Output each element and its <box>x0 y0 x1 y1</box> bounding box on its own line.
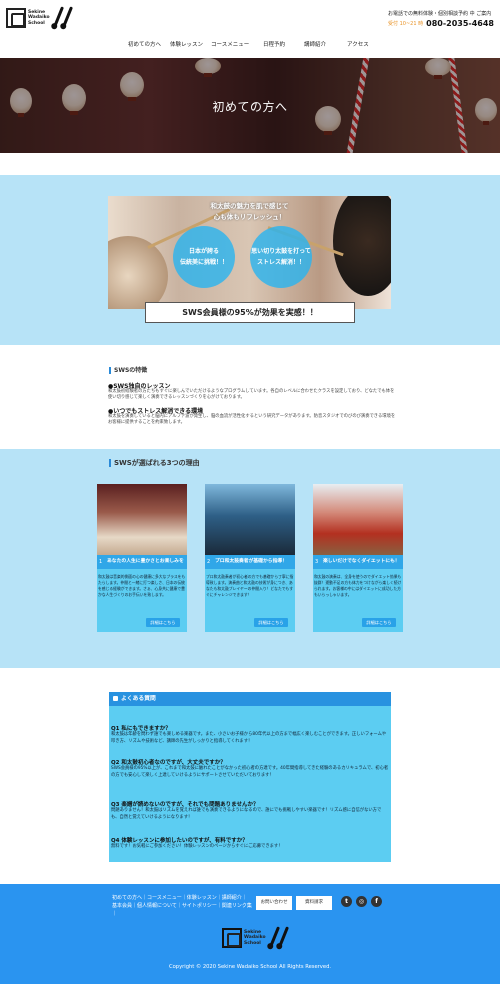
faq-question: Q3 楽譜が読めないのですが、それでも問題ありませんか？ <box>111 802 259 808</box>
reasons-heading: SWSが選ばれる3つの理由 <box>109 459 200 467</box>
faq-panel: よくある質問 Q1 私にもできますか？ 和太鼓は年齢を問わず誰でも楽しめる楽器で… <box>109 692 391 862</box>
site-header: Sekine Wadaiko School お電話での無料体験・個別相談予約 中… <box>0 0 500 58</box>
contact-phone[interactable]: 080-2035-4648 <box>426 19 494 28</box>
feature-desc: 和太鼓初経験者の方たちもすぐに楽しんでいただけるようなプログラムしています。各自… <box>108 389 395 400</box>
contact-row: 受付 10~21 時 080-2035-4648 <box>388 19 494 28</box>
footer-links: 初めての方へ｜コースメニュー｜体験レッスン｜講師紹介｜ 基本会員｜個人情報につい… <box>112 894 252 918</box>
reason-detail-button[interactable]: 詳細はこちら <box>254 618 288 627</box>
features-heading: SWSの特徴 <box>109 367 147 374</box>
circle1-line2: 伝統美に挑戦！！ <box>179 259 228 266</box>
intro-overlay-line1: 和太鼓の魅力を肌で感じて <box>210 202 289 210</box>
facebook-icon[interactable]: f <box>371 896 382 907</box>
faq-question: Q1 私にもできますか？ <box>111 726 171 732</box>
feature-circle-tradition: 日本が誇る 伝統美に挑戦！！ <box>173 226 235 288</box>
circle1-line1: 日本が誇る <box>188 248 219 255</box>
reason-caption: プロ和太鼓奏者が基礎から指導！ <box>205 555 295 569</box>
nav-item-first-time[interactable]: 初めての方へ <box>128 40 161 48</box>
logo-text: Sekine Wadaiko School <box>244 930 268 947</box>
logo-line3: School <box>28 20 45 26</box>
reason-image-drums <box>97 484 187 555</box>
nav-item-courses[interactable]: コースメニュー <box>211 40 249 48</box>
reason-caption: あなたの人生に豊かさとお楽しみを <box>97 555 187 569</box>
logo-line3: School <box>244 940 261 946</box>
contact-button[interactable]: お問い合わせ <box>256 896 292 910</box>
contact-note: お電話での無料体験・個別相談予約 中 ご案内 <box>388 11 492 17</box>
intro-overlay-line2: 心も体もリフレッシュ！ <box>213 213 286 221</box>
reason-desc: プロ和太鼓奏者が初心者の方でも基礎から丁寧に指導致します。演奏曲と和太鼓の技術が… <box>206 574 294 597</box>
faq-answer: 和太鼓は年齢を問わず誰でも楽しめる楽器です。また、小さいお子様から80年代以上の… <box>111 732 387 744</box>
logo-mark <box>222 928 242 948</box>
nav-item-schedule[interactable]: 日程予約 <box>263 40 285 48</box>
faq-answer: 無料です！お気軽にご参加ください！体験レッスンのページからすぐにご応募できます！ <box>111 844 283 849</box>
reason-card: あなたの人生に豊かさとお楽しみを 1 和太鼓は音楽的側面の心の健康に多大なプラス… <box>97 484 187 632</box>
footer-links-line1[interactable]: 初めての方へ｜コースメニュー｜体験レッスン｜講師紹介｜ <box>112 894 252 902</box>
nav-item-trial[interactable]: 体験レッスン <box>170 40 203 48</box>
page-title: 初めての方へ <box>212 100 288 114</box>
twitter-icon[interactable]: t <box>341 896 352 907</box>
reason-number: 1 <box>99 559 103 565</box>
drumsticks-icon <box>268 926 290 950</box>
faq-header: よくある質問 <box>109 692 391 706</box>
faq-question: Q4 体験レッスンに参加したいのですが、有料ですか？ <box>111 838 248 844</box>
reason-detail-button[interactable]: 詳細はこちら <box>362 618 396 627</box>
nav-item-access[interactable]: アクセス <box>347 40 369 48</box>
reason-card: 楽しいだけでなくダイエットにも！ 3 和太鼓の演奏は、全身を使うのでダイエット効… <box>313 484 403 632</box>
intro-image: 和太鼓の魅力を肌で感じて 心も体もリフレッシュ！ 日本が誇る 伝統美に挑戦！！ … <box>108 196 391 309</box>
faq-question: Q2 和太鼓初心者なのですが、大丈夫ですか？ <box>111 760 226 766</box>
drum-image <box>108 236 168 309</box>
reason-image-festival <box>313 484 403 555</box>
faq-answer: SWS会員様の95%以上が、これまで和太鼓に触れたことがなかった初心者の方達です… <box>111 766 389 778</box>
faq-answer: 問題ありません！和太鼓はリズムを覚えれば誰でも演奏できるようになるので、誰にでも… <box>111 808 382 820</box>
reason-number: 3 <box>315 559 319 565</box>
logo-mark <box>6 8 26 28</box>
main-nav: 初めての方へ 体験レッスン コースメニュー 日程予約 講師紹介 アクセス <box>0 40 500 54</box>
faq-heading: よくある質問 <box>121 696 156 702</box>
header-contact: お電話での無料体験・個別相談予約 中 ご案内 受付 10~21 時 080-20… <box>388 10 494 28</box>
instagram-icon[interactable]: ◎ <box>356 896 367 907</box>
logo-line2: Wadaiko <box>28 15 50 21</box>
copyright: Copyright © 2020 Sekine Wadaiko School A… <box>168 964 332 970</box>
site-footer: 初めての方へ｜コースメニュー｜体験レッスン｜講師紹介｜ 基本会員｜個人情報につい… <box>0 884 500 984</box>
reason-detail-button[interactable]: 詳細はこちら <box>146 618 180 627</box>
intro-overlay-text: 和太鼓の魅力を肌で感じて 心も体もリフレッシュ！ <box>108 201 391 223</box>
contact-hours: 受付 10~21 時 <box>388 21 424 27</box>
reason-image-performer <box>205 484 295 555</box>
feature-desc: 和太鼓を演奏していると脳内にアルファ波が発生し、脳の血流が活性化するという研究デ… <box>108 414 396 425</box>
reason-desc: 和太鼓の演奏は、全身を使うのでダイエット効果も抜群！運動不足の方も体力をつけなが… <box>314 574 402 597</box>
circle2-line2: ストレス解消！！ <box>256 259 305 266</box>
footer-links-line2[interactable]: 基本会員｜個人情報について｜サイトポリシー｜関連リンク集｜ <box>112 902 252 918</box>
logo-line2: Wadaiko <box>244 935 266 941</box>
request-materials-button[interactable]: 資料請求 <box>296 896 332 910</box>
reason-card: プロ和太鼓奏者が基礎から指導！ 2 プロ和太鼓奏者が初心者の方でも基礎から丁寧に… <box>205 484 295 632</box>
site-logo[interactable]: Sekine Wadaiko School <box>6 6 74 30</box>
reason-number: 2 <box>207 559 211 565</box>
footer-logo[interactable]: Sekine Wadaiko School <box>222 926 290 950</box>
nav-item-instructors[interactable]: 講師紹介 <box>304 40 326 48</box>
chat-icon <box>113 696 118 701</box>
result-banner: SWS会員様の95%が効果を実感！！ <box>145 302 355 323</box>
circle2-line1: 思い切り太鼓を打って <box>251 248 311 255</box>
hero-banner: 初めての方へ <box>0 58 500 153</box>
reason-caption: 楽しいだけでなくダイエットにも！ <box>313 555 403 569</box>
feature-circle-stress: 思い切り太鼓を打って ストレス解消！！ <box>250 226 312 288</box>
logo-text: Sekine Wadaiko School <box>28 10 52 27</box>
drumsticks-icon <box>52 6 74 30</box>
reason-desc: 和太鼓は音楽的側面の心の健康に多大なプラスをもたらします。仲間と一緒に打つ楽しさ… <box>98 574 186 597</box>
